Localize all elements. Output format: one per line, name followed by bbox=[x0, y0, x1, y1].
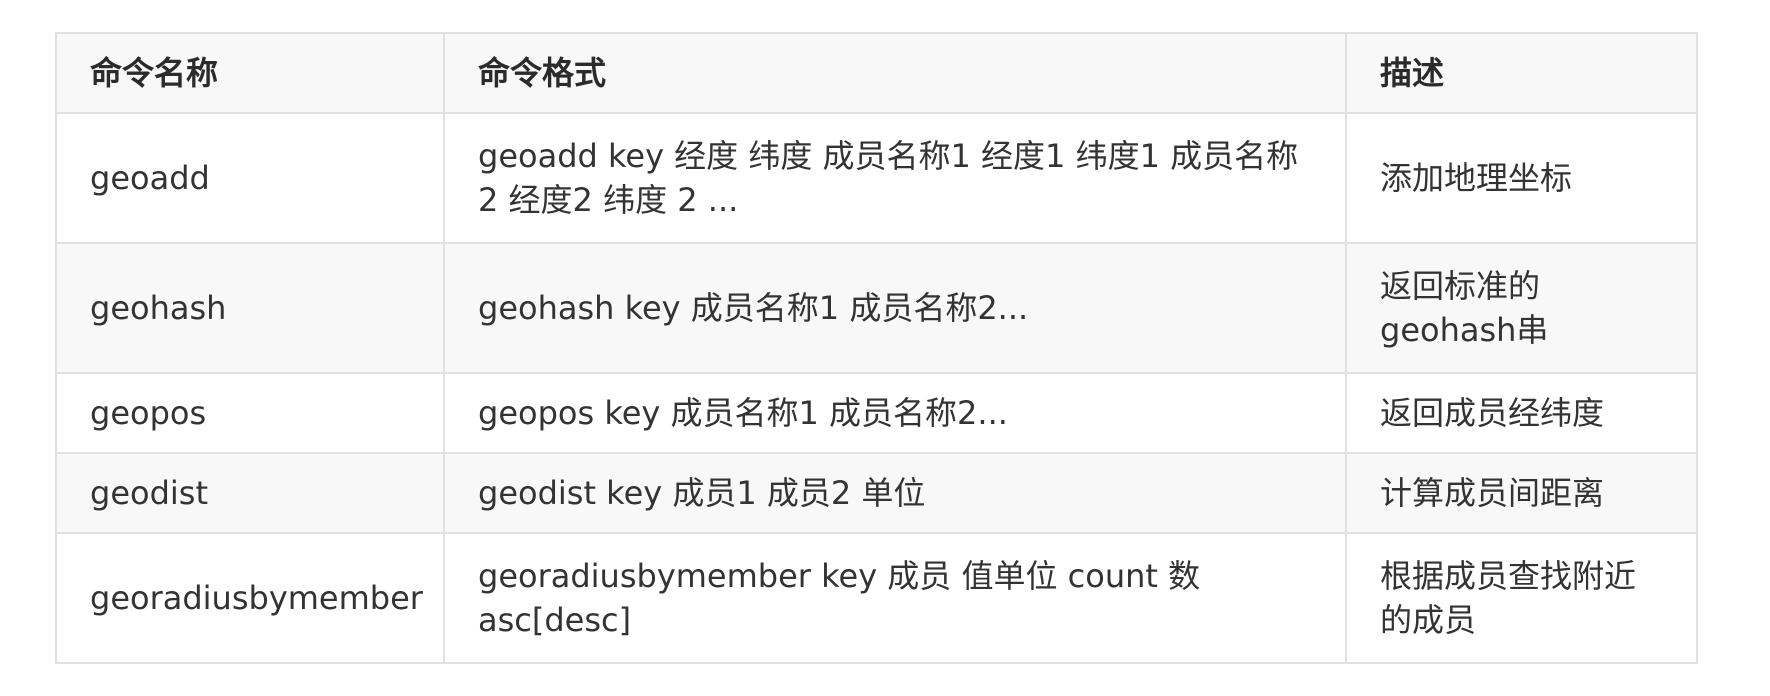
geo-command-table: 命令名称 命令格式 描述 geoadd geoadd key 经度 纬度 成员名… bbox=[55, 32, 1698, 664]
table-row: geodist geodist key 成员1 成员2 单位 计算成员间距离 bbox=[55, 452, 1698, 534]
header-row: 命令名称 命令格式 描述 bbox=[55, 32, 1698, 114]
cell-description: 添加地理坐标 bbox=[1345, 112, 1698, 244]
cell-command-name: geoadd bbox=[55, 112, 445, 244]
cell-description: 返回成员经纬度 bbox=[1345, 372, 1698, 454]
header-command-name: 命令名称 bbox=[55, 32, 445, 114]
command-table-container: 命令名称 命令格式 描述 geoadd geoadd key 经度 纬度 成员名… bbox=[55, 32, 1698, 664]
cell-command-format: geohash key 成员名称1 成员名称2... bbox=[443, 242, 1347, 374]
cell-command-format: geodist key 成员1 成员2 单位 bbox=[443, 452, 1347, 534]
table-row: geopos geopos key 成员名称1 成员名称2... 返回成员经纬度 bbox=[55, 372, 1698, 454]
cell-command-name: geodist bbox=[55, 452, 445, 534]
table-row: geoadd geoadd key 经度 纬度 成员名称1 经度1 纬度1 成员… bbox=[55, 112, 1698, 244]
table-header: 命令名称 命令格式 描述 bbox=[55, 32, 1698, 114]
table-row: georadiusbymember georadiusbymember key … bbox=[55, 532, 1698, 664]
cell-command-name: georadiusbymember bbox=[55, 532, 445, 664]
cell-command-format: georadiusbymember key 成员 值单位 count 数 asc… bbox=[443, 532, 1347, 664]
cell-command-format: geoadd key 经度 纬度 成员名称1 经度1 纬度1 成员名称2 经度2… bbox=[443, 112, 1347, 244]
cell-command-name: geopos bbox=[55, 372, 445, 454]
cell-description: 计算成员间距离 bbox=[1345, 452, 1698, 534]
cell-command-name: geohash bbox=[55, 242, 445, 374]
header-command-format: 命令格式 bbox=[443, 32, 1347, 114]
cell-description: 根据成员查找附近的成员 bbox=[1345, 532, 1698, 664]
table-body: geoadd geoadd key 经度 纬度 成员名称1 经度1 纬度1 成员… bbox=[55, 112, 1698, 664]
header-description: 描述 bbox=[1345, 32, 1698, 114]
cell-command-format: geopos key 成员名称1 成员名称2... bbox=[443, 372, 1347, 454]
cell-description: 返回标准的geohash串 bbox=[1345, 242, 1698, 374]
table-row: geohash geohash key 成员名称1 成员名称2... 返回标准的… bbox=[55, 242, 1698, 374]
